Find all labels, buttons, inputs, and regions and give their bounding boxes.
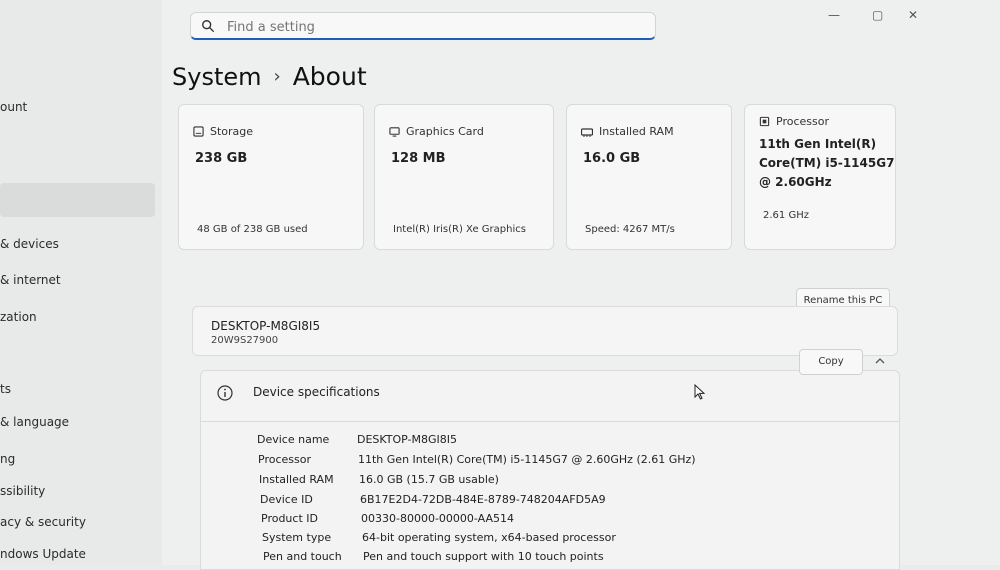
- ram-value: 16.0 GB: [583, 151, 641, 166]
- spec-key: Device name: [257, 433, 330, 446]
- processor-card-title: Processor: [776, 115, 829, 128]
- graphics-card-header: Graphics Card: [389, 125, 484, 138]
- sidebar-item-personalization[interactable]: zation: [0, 310, 37, 324]
- main-content: — ▢ ✕ System › About Storage 238 GB 48 GB …: [162, 0, 1000, 570]
- search-icon: [202, 20, 215, 33]
- search-box[interactable]: [190, 12, 656, 40]
- sidebar: ount & devices & internet zation ts & la…: [0, 0, 162, 565]
- display-icon: [389, 127, 400, 137]
- search-input[interactable]: [225, 16, 629, 38]
- spec-key: Pen and touch: [263, 550, 342, 563]
- copy-button[interactable]: Copy: [799, 349, 863, 375]
- spec-key: Installed RAM: [259, 473, 334, 486]
- spec-value: Pen and touch support with 10 touch poin…: [363, 550, 604, 563]
- sidebar-selected-highlight: [0, 183, 155, 217]
- sidebar-item-accessibility[interactable]: ssibility: [0, 484, 45, 498]
- section-divider: [201, 421, 899, 422]
- graphics-card-card[interactable]: Graphics Card 128 MB Intel(R) Iris(R) Xe…: [374, 104, 554, 250]
- processor-value: 11th Gen Intel(R) Core(TM) i5-1145G7 @ 2…: [759, 137, 895, 189]
- spec-key: System type: [262, 531, 332, 544]
- spec-value: DESKTOP-M8GI8I5: [357, 433, 457, 446]
- ram-card-header: Installed RAM: [580, 125, 674, 138]
- graphics-value: 128 MB: [391, 151, 446, 166]
- device-name: DESKTOP-M8GI8I5: [211, 319, 321, 333]
- info-icon: [217, 385, 233, 401]
- storage-value: 238 GB: [195, 151, 248, 166]
- graphics-model: Intel(R) Iris(R) Xe Graphics: [393, 224, 526, 235]
- device-specifications-section: Device specifications Copy Device name DE…: [200, 349, 900, 570]
- ram-speed: Speed: 4267 MT/s: [585, 224, 675, 235]
- mouse-cursor-icon: [694, 384, 706, 400]
- sidebar-item-privacy-security[interactable]: acy & security: [0, 515, 86, 529]
- page-title: About: [292, 62, 367, 91]
- spec-row-device-id: Device ID 6B17E2D4-72DB-484E-8789-748204A…: [260, 493, 606, 506]
- spec-key: Device ID: [260, 493, 313, 506]
- storage-icon: [193, 126, 204, 137]
- processor-icon: [759, 116, 770, 127]
- sidebar-item-windows-update[interactable]: ndows Update: [0, 547, 86, 561]
- spec-row-pen-touch: Pen and touch Pen and touch support with …: [263, 550, 604, 563]
- breadcrumb-separator: ›: [273, 66, 281, 87]
- spec-value: 6B17E2D4-72DB-484E-8789-748204AFD5A9: [360, 493, 606, 506]
- spec-row-system-type: System type 64-bit operating system, x64-…: [262, 531, 616, 544]
- spec-row-product-id: Product ID 00330-80000-00000-AA514: [261, 512, 514, 525]
- spec-value: 11th Gen Intel(R) Core(TM) i5-1145G7 @ 2…: [358, 453, 696, 466]
- memory-icon: [580, 128, 594, 137]
- graphics-card-title: Graphics Card: [406, 125, 484, 138]
- close-button[interactable]: ✕: [908, 8, 918, 22]
- processor-speed: 2.61 GHz: [763, 210, 809, 221]
- ram-card-title: Installed RAM: [599, 125, 674, 138]
- processor-card[interactable]: Processor 11th Gen Intel(R) Core(TM) i5-…: [744, 104, 896, 250]
- device-model: 20W9S27900: [211, 335, 279, 346]
- breadcrumb: System › About: [172, 62, 367, 91]
- maximize-button[interactable]: ▢: [872, 8, 883, 22]
- device-name-panel: DESKTOP-M8GI8I5 20W9S27900: [192, 306, 898, 356]
- storage-card[interactable]: Storage 238 GB 48 GB of 238 GB used: [178, 104, 364, 250]
- breadcrumb-parent[interactable]: System: [172, 63, 262, 91]
- sidebar-item-bluetooth-devices[interactable]: & devices: [0, 237, 59, 251]
- storage-card-title: Storage: [210, 125, 254, 138]
- minimize-button[interactable]: —: [828, 8, 840, 22]
- spec-row-installed-ram: Installed RAM 16.0 GB (15.7 GB usable): [259, 473, 499, 486]
- sidebar-item-network-internet[interactable]: & internet: [0, 273, 61, 287]
- spec-value: 64-bit operating system, x64-based proce…: [362, 531, 616, 544]
- sidebar-item-time-language[interactable]: & language: [0, 415, 69, 429]
- device-specifications-title: Device specifications: [253, 385, 380, 399]
- spec-row-device-name: Device name DESKTOP-M8GI8I5: [257, 433, 457, 446]
- spec-value: 00330-80000-00000-AA514: [361, 512, 514, 525]
- spec-key: Product ID: [261, 512, 318, 525]
- processor-card-header: Processor: [759, 115, 829, 128]
- sidebar-item-accounts[interactable]: ount: [0, 100, 27, 114]
- spec-row-processor: Processor 11th Gen Intel(R) Core(TM) i5-1…: [258, 453, 696, 466]
- spec-value: 16.0 GB (15.7 GB usable): [359, 473, 499, 486]
- sidebar-item-gaming[interactable]: ng: [0, 452, 15, 466]
- storage-usage: 48 GB of 238 GB used: [197, 224, 308, 235]
- spec-key: Processor: [258, 453, 311, 466]
- sidebar-item-accounts-2[interactable]: ts: [0, 382, 11, 396]
- storage-card-header: Storage: [193, 125, 253, 138]
- ram-card[interactable]: Installed RAM 16.0 GB Speed: 4267 MT/s: [566, 104, 732, 250]
- chevron-up-icon[interactable]: [875, 357, 885, 365]
